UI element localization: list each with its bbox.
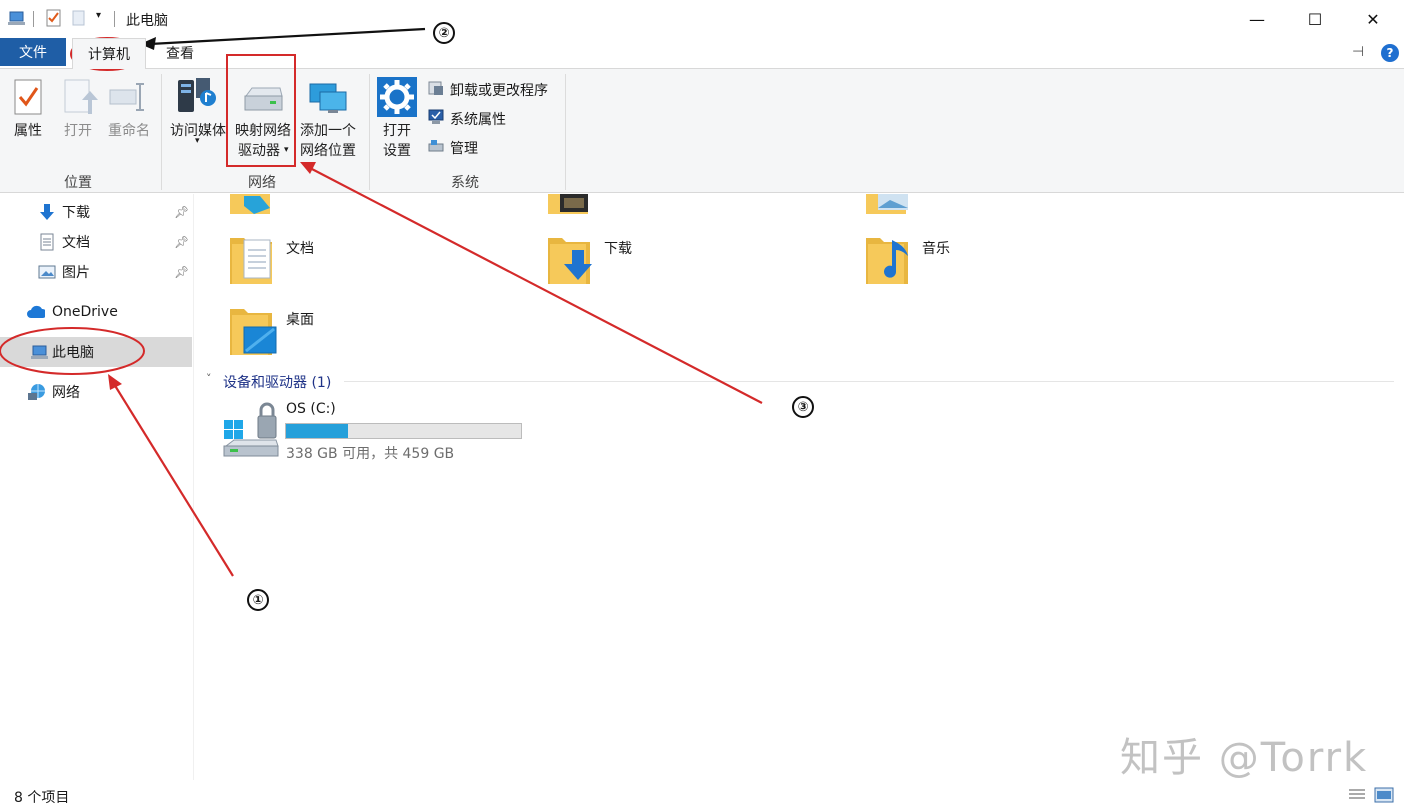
watermark: 知乎 @Torrk	[1120, 735, 1369, 781]
annotation-arrow-2	[149, 27, 426, 46]
annotation-number-3: ③	[792, 396, 814, 418]
annotation-number-1: ①	[247, 589, 269, 611]
annotation-number-2: ②	[433, 22, 455, 44]
annotation-arrow-1	[113, 383, 234, 577]
annotation-arrowhead-3	[300, 162, 316, 174]
annotation-ellipse-this-pc	[0, 327, 145, 375]
annotation-overlay	[0, 27, 763, 577]
tab-computer[interactable]: 计算机	[72, 38, 146, 69]
annotation-arrow-3	[309, 167, 763, 404]
